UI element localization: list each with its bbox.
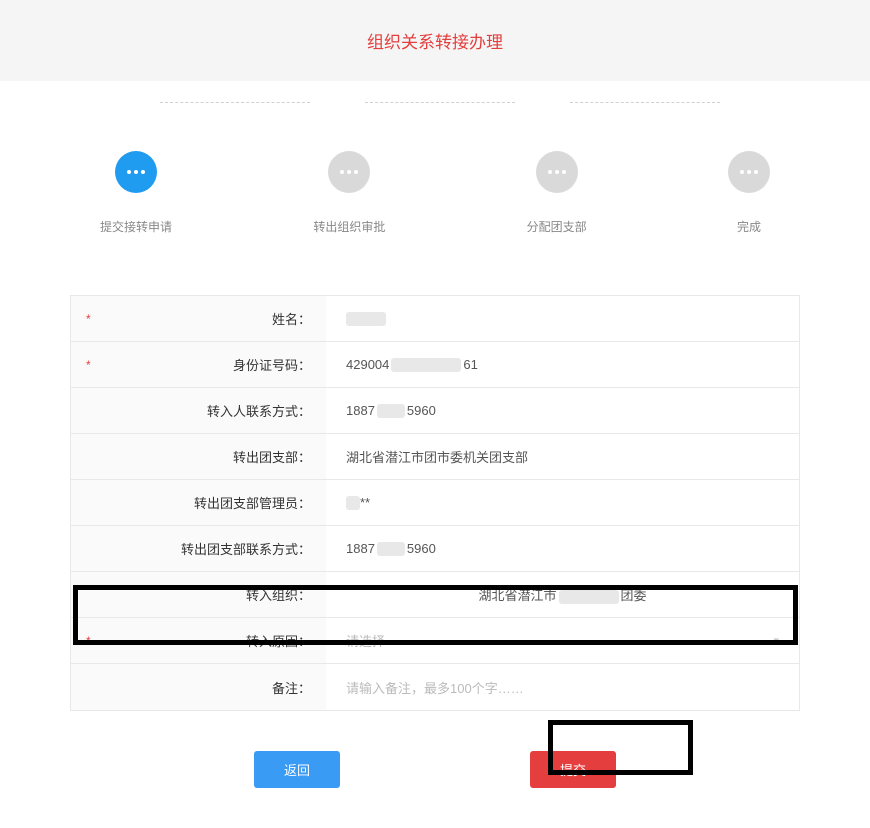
step-out-approval: 转出组织审批	[313, 151, 385, 235]
redacted-value	[346, 496, 360, 510]
label-transfer-reason: 转入原因：	[101, 631, 311, 650]
step-label: 分配团支部	[527, 218, 587, 235]
label-id-number: 身份证号码：	[101, 355, 311, 374]
required-indicator: *	[86, 634, 101, 648]
step-connector	[365, 102, 515, 103]
row-id-number: * 身份证号码： 42900461	[71, 342, 799, 388]
row-transfer-in-contact: 转入人联系方式： 18875960	[71, 388, 799, 434]
label-remark: 备注：	[101, 678, 311, 697]
submit-button[interactable]: 提交	[530, 751, 616, 788]
required-indicator: *	[86, 312, 101, 326]
row-remark[interactable]: 备注： 请输入备注，最多100个字……	[71, 664, 799, 710]
step-circle-icon	[728, 151, 770, 193]
step-connector	[160, 102, 310, 103]
label-transfer-in-contact: 转入人联系方式：	[101, 401, 311, 420]
input-placeholder: 请输入备注，最多100个字……	[346, 678, 524, 697]
value-transfer-out-admin: **	[326, 480, 799, 525]
row-transfer-reason[interactable]: * 转入原因： 请选择 ▾	[71, 618, 799, 664]
row-transfer-out-branch: 转出团支部： 湖北省潜江市团市委机关团支部	[71, 434, 799, 480]
redacted-value	[391, 358, 461, 372]
label-transfer-out-branch: 转出团支部：	[101, 447, 311, 466]
step-circle-icon	[536, 151, 578, 193]
row-name: * 姓名：	[71, 296, 799, 342]
step-label: 转出组织审批	[313, 218, 385, 235]
step-circle-icon	[115, 151, 157, 193]
form-table: * 姓名： * 身份证号码： 42900461 转入人联系方式： 1887596…	[70, 295, 800, 711]
step-label: 完成	[737, 218, 761, 235]
value-id-number: 42900461	[326, 342, 799, 387]
select-transfer-reason[interactable]: 请选择 ▾	[326, 618, 799, 663]
redacted-value	[377, 542, 405, 556]
step-connector	[570, 102, 720, 103]
main-container: 提交接转申请 转出组织审批 分配团支部 完成 *	[0, 81, 870, 828]
redacted-value	[346, 312, 386, 326]
row-transfer-in-org: 转入组织： 湖北省潜江市团委	[71, 572, 799, 618]
label-transfer-in-org: 转入组织：	[101, 585, 311, 604]
header-band: 组织关系转接办理	[0, 0, 870, 81]
step-assign-branch: 分配团支部	[527, 151, 587, 235]
progress-steps: 提交接转申请 转出组织审批 分配团支部 完成	[70, 81, 800, 255]
label-name: 姓名：	[101, 309, 311, 328]
label-transfer-out-contact: 转出团支部联系方式：	[101, 539, 311, 558]
button-row: 返回 提交	[70, 711, 800, 828]
value-transfer-in-contact: 18875960	[326, 388, 799, 433]
select-placeholder: 请选择	[346, 631, 773, 650]
label-transfer-out-admin: 转出团支部管理员：	[101, 493, 311, 512]
step-complete: 完成	[728, 151, 770, 235]
value-transfer-in-org: 湖北省潜江市团委	[326, 572, 799, 617]
required-indicator: *	[86, 358, 101, 372]
step-circle-icon	[328, 151, 370, 193]
value-transfer-out-branch: 湖北省潜江市团市委机关团支部	[326, 434, 799, 479]
input-remark[interactable]: 请输入备注，最多100个字……	[326, 664, 799, 710]
page-title: 组织关系转接办理	[0, 28, 870, 53]
chevron-down-icon: ▾	[773, 634, 779, 647]
redacted-value	[377, 404, 405, 418]
step-submit-application: 提交接转申请	[100, 151, 172, 235]
redacted-value	[559, 590, 619, 604]
row-transfer-out-admin: 转出团支部管理员： **	[71, 480, 799, 526]
row-transfer-out-contact: 转出团支部联系方式： 18875960	[71, 526, 799, 572]
value-transfer-out-contact: 18875960	[326, 526, 799, 571]
step-label: 提交接转申请	[100, 218, 172, 235]
value-name	[326, 296, 799, 341]
back-button[interactable]: 返回	[254, 751, 340, 788]
